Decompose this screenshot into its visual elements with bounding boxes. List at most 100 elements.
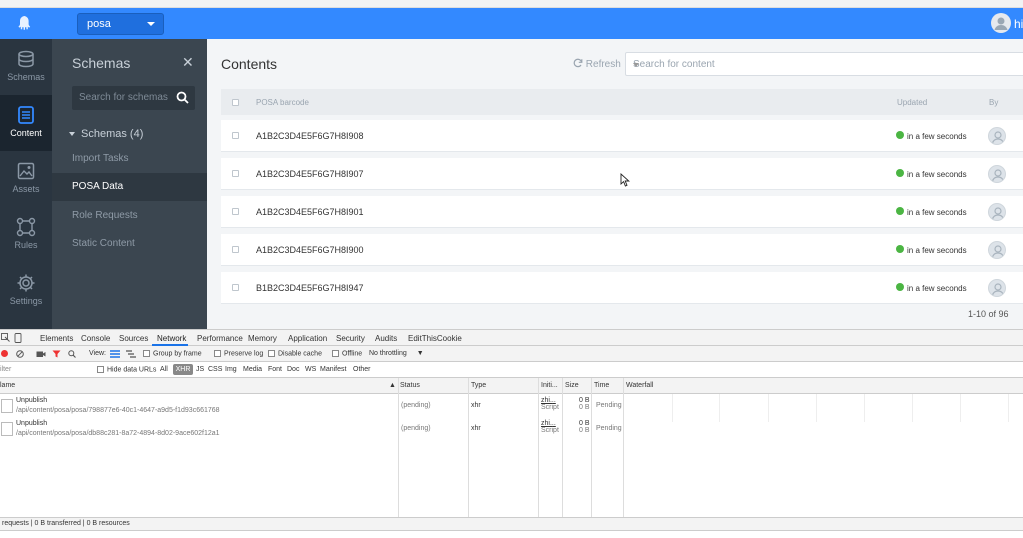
nav-item-settings[interactable]: Settings	[0, 263, 52, 319]
search-icon[interactable]	[176, 91, 189, 104]
column-header-time[interactable]: Time	[594, 382, 609, 389]
content-search-input[interactable]: Search for content	[625, 52, 1023, 76]
filter-type-ws[interactable]: WS	[305, 366, 316, 373]
request-initiator[interactable]: zhi... Script	[541, 397, 559, 411]
request-initiator[interactable]: zhi... Script	[541, 420, 559, 434]
column-header-type[interactable]: Type	[471, 382, 486, 389]
devtools-tab-console[interactable]: Console	[81, 334, 110, 343]
filter-input[interactable]: ilter	[0, 366, 11, 373]
filter-type-media[interactable]: Media	[243, 366, 262, 373]
filter-icon[interactable]	[52, 350, 61, 358]
row-barcode[interactable]: A1B2C3D4E5F6G7H8I908	[256, 131, 364, 141]
table-row[interactable]: A1B2C3D4E5F6G7H8I900 in a few seconds	[221, 234, 1023, 266]
network-table-header: lame ▲ Status Type Initi... Size Time Wa…	[0, 378, 1023, 394]
devtools-tab-network[interactable]: Network	[157, 334, 186, 343]
filter-type-manifest[interactable]: Manifest	[320, 366, 346, 373]
row-barcode[interactable]: A1B2C3D4E5F6G7H8I901	[256, 207, 364, 217]
schemas-group-toggle[interactable]: Schemas (4)	[69, 128, 143, 140]
disable-cache-checkbox[interactable]: Disable cache	[268, 350, 322, 357]
offline-checkbox[interactable]: Offline	[332, 350, 362, 357]
nav-item-rules[interactable]: Rules	[0, 207, 52, 263]
filter-type-all[interactable]: All	[160, 366, 168, 373]
overview-icon[interactable]	[126, 350, 136, 358]
user-avatar[interactable]	[991, 13, 1011, 33]
column-header-initiator[interactable]: Initi...	[541, 382, 558, 389]
column-header-status[interactable]: Status	[400, 382, 420, 389]
devtools-tab-performance[interactable]: Performance	[197, 334, 243, 343]
large-rows-icon[interactable]	[110, 350, 120, 358]
clear-icon[interactable]	[16, 350, 24, 358]
status-published-icon	[896, 131, 904, 139]
filter-type-img[interactable]: Img	[225, 366, 237, 373]
user-name[interactable]: hi	[1014, 17, 1023, 31]
record-icon[interactable]	[1, 350, 8, 357]
filter-type-xhr[interactable]: XHR	[173, 364, 193, 375]
request-name[interactable]: Unpublish	[16, 397, 47, 404]
filter-type-doc[interactable]: Doc	[287, 366, 299, 373]
hide-data-urls-checkbox[interactable]: Hide data URLs	[97, 366, 156, 373]
close-icon[interactable]: ✕	[182, 54, 194, 71]
row-checkbox[interactable]	[232, 170, 239, 177]
column-header-updated[interactable]: Updated	[897, 98, 927, 107]
row-updated: in a few seconds	[907, 208, 967, 217]
group-by-frame-label: Group by frame	[153, 350, 202, 358]
inspect-element-icon[interactable]	[1, 333, 10, 342]
schema-item-posa-data[interactable]: POSA Data	[52, 173, 207, 201]
column-header-waterfall[interactable]: Waterfall	[626, 382, 653, 389]
group-by-frame-checkbox[interactable]: Group by frame	[143, 350, 202, 357]
preserve-log-checkbox[interactable]: Preserve log	[214, 350, 263, 357]
row-checkbox[interactable]	[232, 208, 239, 215]
network-filter-bar: ilter Hide data URLs All XHR JS CSS Img …	[0, 362, 1023, 378]
search-icon[interactable]	[68, 350, 76, 358]
offline-label: Offline	[342, 350, 363, 358]
camera-icon[interactable]	[36, 350, 46, 358]
schema-item-role-requests[interactable]: Role Requests	[52, 202, 207, 230]
squidex-logo-icon[interactable]	[15, 14, 35, 34]
nav-label: Content	[10, 128, 42, 138]
preserve-log-label: Preserve log	[224, 350, 264, 358]
schemas-search-input[interactable]: Search for schemas	[72, 86, 195, 110]
devtools-tab-audits[interactable]: Audits	[375, 334, 397, 343]
devtools-tab-memory[interactable]: Memory	[248, 334, 277, 343]
schema-item-static-content[interactable]: Static Content	[52, 230, 207, 258]
network-request-row[interactable]: Unpublish /api/content/posa/posa/798877e…	[0, 395, 1023, 418]
filter-type-css[interactable]: CSS	[208, 366, 222, 373]
nav-item-content[interactable]: Content	[0, 95, 52, 151]
column-header-barcode[interactable]: POSA barcode	[256, 98, 309, 107]
row-checkbox[interactable]	[232, 132, 239, 139]
initiator-link[interactable]: zhi...	[541, 397, 556, 404]
row-barcode[interactable]: A1B2C3D4E5F6G7H8I907	[256, 169, 364, 179]
table-row[interactable]: A1B2C3D4E5F6G7H8I908 in a few seconds	[221, 120, 1023, 152]
column-header-name[interactable]: lame	[0, 382, 15, 389]
devtools-tab-sources[interactable]: Sources	[119, 334, 148, 343]
column-header-size[interactable]: Size	[565, 382, 579, 389]
nav-item-schemas[interactable]: Schemas	[0, 39, 52, 95]
devtools-tab-application[interactable]: Application	[288, 334, 327, 343]
request-name[interactable]: Unpublish	[16, 420, 47, 427]
devtools-tab-security[interactable]: Security	[336, 334, 365, 343]
row-checkbox[interactable]	[232, 284, 239, 291]
user-avatar-icon	[988, 203, 1006, 221]
app-selector[interactable]: posa	[77, 13, 164, 35]
nav-item-assets[interactable]: Assets	[0, 151, 52, 207]
select-all-checkbox[interactable]	[232, 99, 239, 106]
network-request-row[interactable]: Unpublish /api/content/posa/posa/db88c28…	[0, 418, 1023, 441]
row-barcode[interactable]: B1B2C3D4E5F6G7H8I947	[256, 283, 364, 293]
schema-item-import-tasks[interactable]: Import Tasks	[52, 145, 207, 173]
throttling-select[interactable]: No throttling ▼	[369, 350, 424, 357]
row-checkbox[interactable]	[232, 246, 239, 253]
table-row[interactable]: B1B2C3D4E5F6G7H8I947 in a few seconds	[221, 272, 1023, 304]
row-barcode[interactable]: A1B2C3D4E5F6G7H8I900	[256, 245, 364, 255]
devtools-tab-elements[interactable]: Elements	[40, 334, 73, 343]
user-icon	[994, 17, 1008, 30]
devtools-tab-editthiscookie[interactable]: EditThisCookie	[408, 334, 462, 343]
filter-type-other[interactable]: Other	[353, 366, 371, 373]
device-toolbar-icon[interactable]	[14, 333, 23, 343]
refresh-button[interactable]: Refresh	[573, 58, 621, 70]
chevron-down-icon[interactable]	[633, 63, 639, 67]
initiator-link[interactable]: zhi...	[541, 420, 556, 427]
table-row[interactable]: A1B2C3D4E5F6G7H8I901 in a few seconds	[221, 196, 1023, 228]
main-navigation: Schemas Content Assets Rules Settings	[0, 39, 52, 329]
filter-type-font[interactable]: Font	[268, 366, 282, 373]
filter-type-js[interactable]: JS	[196, 366, 204, 373]
